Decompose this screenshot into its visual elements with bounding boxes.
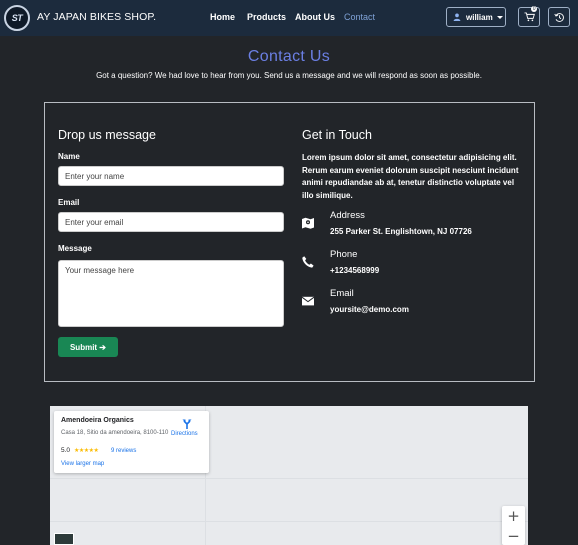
message-textarea[interactable] xyxy=(58,260,284,327)
phone-value: +1234568999 xyxy=(330,266,380,275)
contact-description: Lorem ipsum dolor sit amet, consectetur … xyxy=(302,153,519,200)
history-button[interactable] xyxy=(548,7,570,27)
logo-mark: ST xyxy=(11,13,23,23)
history-icon xyxy=(553,12,564,22)
directions-icon[interactable] xyxy=(181,418,193,430)
user-name: william xyxy=(466,12,493,22)
cart-button[interactable]: 0 xyxy=(518,6,540,27)
place-rating: 5.0 xyxy=(61,447,71,454)
nav-home[interactable]: Home xyxy=(210,12,235,22)
nav-products[interactable]: Products xyxy=(247,12,286,22)
nav-contact[interactable]: Contact xyxy=(344,12,375,22)
envelope-icon xyxy=(301,296,315,306)
map-road xyxy=(50,478,528,479)
brand-logo[interactable]: ST xyxy=(4,5,30,31)
email-label: Email xyxy=(58,198,80,207)
reviews-link[interactable]: 9 reviews xyxy=(111,448,136,454)
zoom-in-button[interactable]: + xyxy=(502,506,525,526)
navbar: ST AY JAPAN BIKES SHOP. Home Products Ab… xyxy=(0,0,578,36)
user-icon xyxy=(453,13,461,21)
embedded-map[interactable]: Amendoeira Organics Casa 18, Sitio da am… xyxy=(50,406,528,545)
zoom-out-button[interactable]: − xyxy=(502,528,525,545)
directions-link[interactable]: Directions xyxy=(171,431,198,437)
form-heading: Drop us message xyxy=(58,128,156,142)
name-label: Name xyxy=(58,152,80,161)
map-icon xyxy=(302,217,314,229)
cart-count-badge: 0 xyxy=(531,6,537,12)
contact-heading: Get in Touch xyxy=(302,128,372,142)
place-name: Amendoeira Organics xyxy=(61,417,134,424)
map-place-card: Amendoeira Organics Casa 18, Sitio da am… xyxy=(54,411,209,473)
map-zoom-control: + − xyxy=(502,506,525,545)
submit-button[interactable]: Submit ➔ xyxy=(58,337,118,357)
view-larger-map-link[interactable]: View larger map xyxy=(61,461,104,467)
email-value[interactable]: yoursite@demo.com xyxy=(330,305,409,314)
contact-card: Drop us message Name Email Message Submi… xyxy=(44,102,535,382)
name-input[interactable] xyxy=(58,166,284,186)
page-title: Contact Us xyxy=(247,48,331,65)
nav-about-us[interactable]: About Us xyxy=(295,12,335,22)
phone-icon xyxy=(302,256,314,268)
email-title: Email xyxy=(330,288,354,299)
address-value: 255 Parker St. Englishtown, NJ 07726 xyxy=(330,227,472,236)
email-input[interactable] xyxy=(58,212,284,232)
chevron-down-icon xyxy=(496,15,503,19)
message-label: Message xyxy=(58,244,92,253)
cart-icon xyxy=(524,12,535,22)
map-road xyxy=(50,521,528,522)
place-address: Casa 18, Sitio da amendoeira, 8100-110 xyxy=(61,430,169,436)
map-type-thumbnail[interactable] xyxy=(54,533,74,545)
rating-stars: ★★★★★ xyxy=(74,448,99,454)
phone-title: Phone xyxy=(330,249,358,260)
brand-name[interactable]: AY JAPAN BIKES SHOP. xyxy=(37,11,156,23)
page-subtitle: Got a question? We had love to hear from… xyxy=(96,71,482,80)
user-dropdown-button[interactable]: william xyxy=(446,7,506,27)
address-title: Address xyxy=(330,210,365,221)
